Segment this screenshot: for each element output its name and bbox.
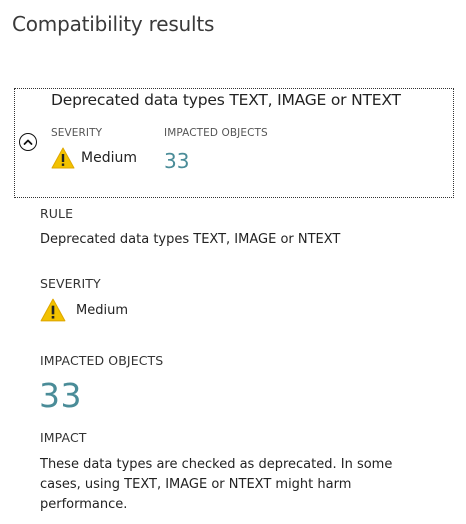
page-title: Compatibility results bbox=[12, 12, 215, 36]
impacted-objects-label: IMPACTED OBJECTS bbox=[40, 353, 164, 368]
chevron-up-icon bbox=[23, 139, 33, 145]
card-severity-label: SEVERITY bbox=[51, 127, 103, 139]
warning-icon bbox=[40, 298, 66, 322]
impact-description: These data types are checked as deprecat… bbox=[40, 457, 393, 512]
impacted-objects-count: 33 bbox=[39, 376, 82, 415]
rule-label: RULE bbox=[40, 206, 74, 221]
collapse-button[interactable] bbox=[19, 133, 37, 151]
card-impacted-label: IMPACTED OBJECTS bbox=[164, 127, 268, 139]
warning-icon bbox=[51, 147, 75, 169]
severity-row: Medium bbox=[40, 298, 128, 322]
result-card[interactable]: Deprecated data types TEXT, IMAGE or NTE… bbox=[14, 88, 454, 198]
card-title: Deprecated data types TEXT, IMAGE or NTE… bbox=[51, 91, 401, 109]
severity-label: SEVERITY bbox=[40, 276, 101, 291]
rule-value: Deprecated data types TEXT, IMAGE or NTE… bbox=[40, 232, 341, 247]
card-severity-value: Medium bbox=[81, 150, 137, 166]
card-impacted-count: 33 bbox=[164, 149, 190, 173]
severity-value: Medium bbox=[76, 302, 128, 318]
impact-label: IMPACT bbox=[40, 430, 87, 445]
card-severity-row: Medium bbox=[51, 147, 137, 169]
